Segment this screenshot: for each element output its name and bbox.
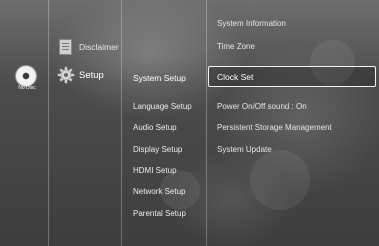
setup-item-network[interactable]: Network Setup xyxy=(133,187,185,196)
system-item-update[interactable]: System Update xyxy=(217,145,272,154)
column-divider xyxy=(48,0,49,246)
setup-item-audio[interactable]: Audio Setup xyxy=(133,123,177,132)
setup-item-display[interactable]: Display Setup xyxy=(133,145,182,154)
column-divider xyxy=(206,0,207,246)
menu-item-disclaimer[interactable]: Disclaimer xyxy=(52,36,120,60)
system-item-storage[interactable]: Persistent Storage Management xyxy=(217,123,332,132)
menu-item-setup[interactable]: Setup xyxy=(52,64,120,88)
system-item-time-zone[interactable]: Time Zone xyxy=(217,42,255,51)
disc-label: No Disc xyxy=(18,85,36,91)
gear-icon xyxy=(56,66,75,84)
system-item-information[interactable]: System Information xyxy=(217,19,286,28)
column-divider xyxy=(121,0,122,246)
background-bokeh xyxy=(250,150,310,210)
system-item-power-sound[interactable]: Power On/Off sound : On xyxy=(217,102,307,111)
setup-item-system[interactable]: System Setup xyxy=(133,73,186,83)
disc-status: No Disc xyxy=(10,66,40,94)
menu-item-label: Disclaimer xyxy=(79,42,119,52)
setup-item-parental[interactable]: Parental Setup xyxy=(133,209,186,218)
setup-item-hdmi[interactable]: HDMI Setup xyxy=(133,166,177,175)
setup-screen: No Disc Disclaimer Setup System Setup La… xyxy=(0,0,379,246)
system-item-clock-set[interactable]: Clock Set xyxy=(208,66,376,87)
setup-item-language[interactable]: Language Setup xyxy=(133,102,192,111)
system-item-label: Clock Set xyxy=(217,72,254,82)
no-disc-icon xyxy=(16,66,36,86)
document-icon xyxy=(56,38,74,56)
menu-item-label: Setup xyxy=(79,70,104,81)
